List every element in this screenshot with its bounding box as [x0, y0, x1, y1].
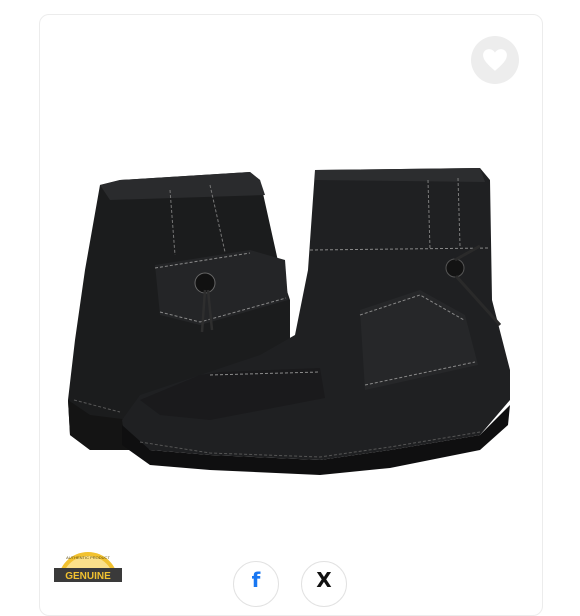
favorite-button[interactable] [471, 36, 519, 84]
badge-main-text: GENUINE [65, 571, 111, 582]
product-image [68, 168, 510, 475]
share-x-button[interactable]: X [301, 561, 347, 607]
badge-top-text: AUTHENTIC PRODUCT [66, 555, 110, 560]
genuine-badge: AUTHENTIC PRODUCT GENUINE [54, 552, 122, 582]
facebook-icon: f [251, 568, 261, 592]
x-icon: X [316, 568, 332, 592]
share-facebook-button[interactable]: f [233, 561, 279, 607]
heart-icon [483, 49, 507, 71]
